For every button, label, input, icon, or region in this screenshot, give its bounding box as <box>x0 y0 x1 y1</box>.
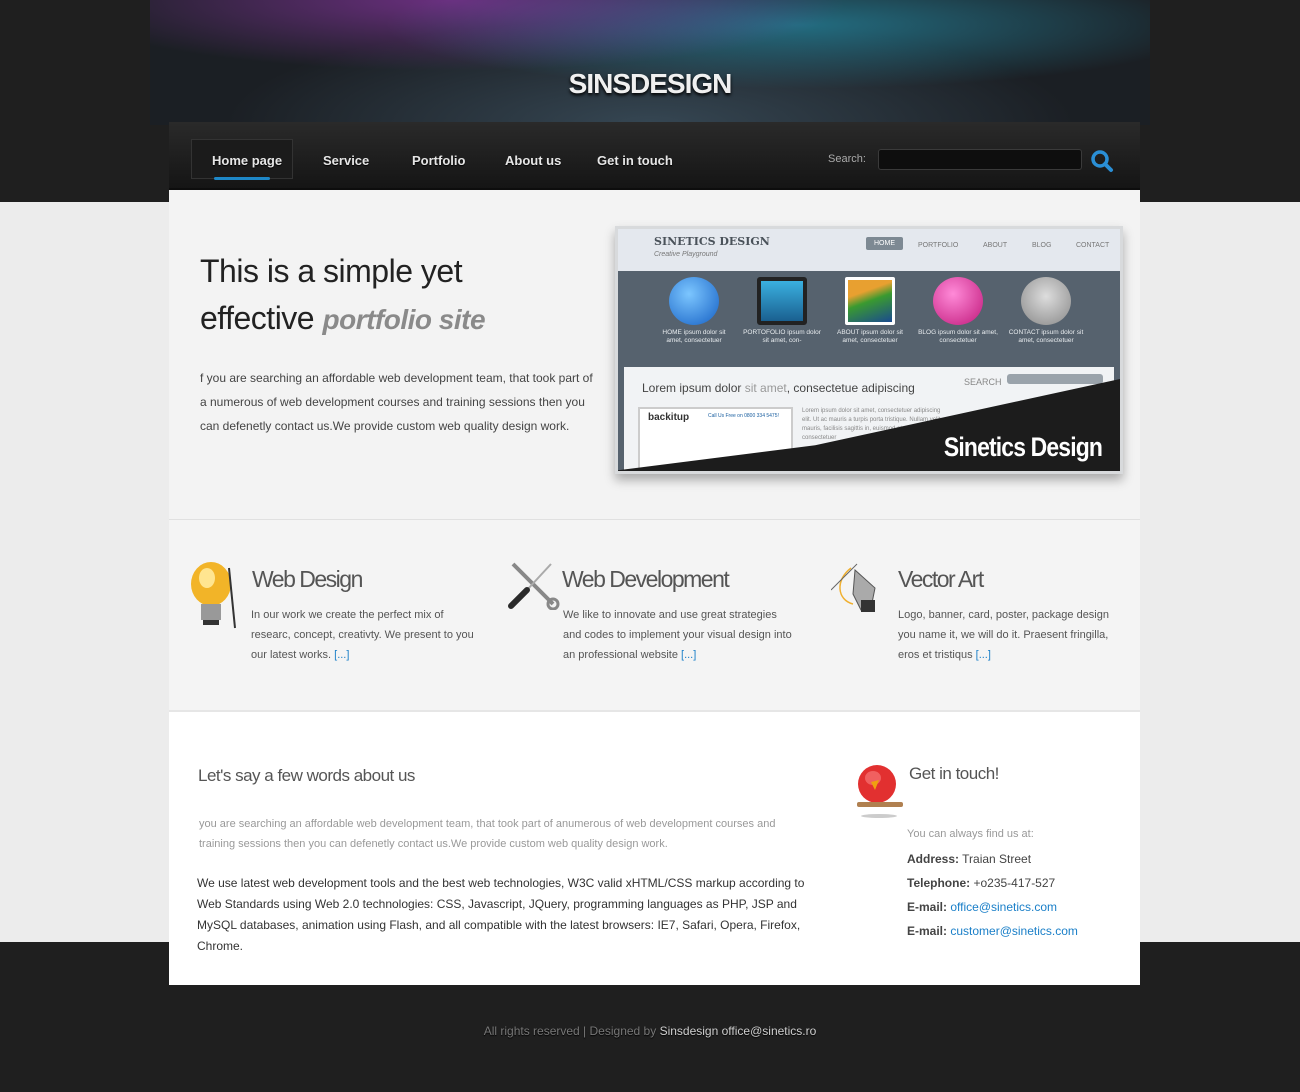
footer-email[interactable]: office@sinetics.ro <box>722 1024 817 1038</box>
preview-menu-item: CONTACT <box>1076 242 1110 249</box>
nav-home[interactable]: Home page <box>212 153 282 168</box>
about-text: We use latest web development tools and … <box>197 876 805 953</box>
preview-tagline: Creative Playground <box>654 251 718 258</box>
video-chat-icon <box>933 277 983 325</box>
preview-menu-item: ABOUT <box>983 242 1008 249</box>
portfolio-preview[interactable]: SINETICS DESIGN Creative Playground HOME… <box>615 226 1123 474</box>
designer-link[interactable]: Sinsdesign <box>660 1024 719 1038</box>
phone-icon <box>1021 277 1071 325</box>
bird-icon <box>857 765 903 818</box>
about-lead: you are searching an affordable web deve… <box>199 818 776 850</box>
service-web-design: Web Design In our work we create the per… <box>187 560 474 661</box>
contact-email-customer: E-mail: customer@sinetics.com <box>907 924 1078 938</box>
contact-title: Get in touch! <box>909 764 999 783</box>
globe-icon <box>669 277 719 325</box>
preview-menu-item: PORTFOLIO <box>918 242 959 249</box>
service-vector-art: Vector Art Logo, banner, card, poster, p… <box>830 560 1109 661</box>
lightbulb-icon <box>191 562 236 629</box>
photos-icon <box>845 277 895 325</box>
preview-menu-item: HOME <box>866 237 903 250</box>
email-link[interactable]: customer@sinetics.com <box>950 924 1078 938</box>
preview-item-label: PORTOFOLIO ipsum dolor sit amet, con- <box>743 329 821 344</box>
preview-search-label: SEARCH <box>964 377 1002 387</box>
monitor-icon <box>757 277 807 325</box>
footer: All rights reserved | Designed by Sinsde… <box>483 1024 817 1038</box>
contact-intro: You can always find us at: <box>907 828 1034 840</box>
search-label: Search: <box>828 153 866 165</box>
preview-item-label: CONTACT ipsum dolor sit amet, consectetu… <box>1008 329 1084 344</box>
tools-icon <box>508 562 560 611</box>
preview-item-label: ABOUT ipsum dolor sit amet, consectetuer <box>837 329 903 344</box>
nav-portfolio[interactable]: Portfolio <box>412 153 465 168</box>
preview-heading: Lorem ipsum dolor sit amet, consectetue … <box>642 381 915 395</box>
pen-nib-icon <box>830 563 876 612</box>
services-section: Web Design In our work we create the per… <box>169 520 1140 710</box>
read-more-link[interactable]: [...] <box>334 649 349 661</box>
hero-title: This is a simple yet effective portfolio … <box>200 253 486 336</box>
search-icon[interactable] <box>1090 149 1114 173</box>
preview-brand: Sinetics Design <box>943 432 1103 462</box>
nav-contact[interactable]: Get in touch <box>597 153 673 168</box>
main-nav: Home page Service Portfolio About us Get… <box>169 122 1140 190</box>
hero-section: This is a simple yet effective portfolio … <box>169 190 1140 520</box>
page-container: Home page Service Portfolio About us Get… <box>169 122 1140 985</box>
preview-menu-item: BLOG <box>1032 242 1052 249</box>
service-web-development: Web Development We like to innovate and … <box>505 560 792 661</box>
contact-address: Address: Traian Street <box>907 852 1032 866</box>
contact-phone: Telephone: +o235-417-527 <box>907 876 1056 890</box>
contact-email-office: E-mail: office@sinetics.com <box>907 900 1058 914</box>
about-title: Let's say a few words about us <box>198 766 415 785</box>
preview-search-box <box>1007 374 1103 384</box>
hero-text: f you are searching an affordable web de… <box>200 371 593 433</box>
site-logo[interactable]: SINSDESIGN <box>0 68 1300 100</box>
email-link[interactable]: office@sinetics.com <box>950 900 1057 914</box>
header-banner <box>150 0 1150 125</box>
read-more-link[interactable]: [...] <box>681 649 696 661</box>
search-input[interactable] <box>878 149 1082 170</box>
nav-service[interactable]: Service <box>323 153 369 168</box>
nav-about[interactable]: About us <box>505 153 561 168</box>
read-more-link[interactable]: [...] <box>976 649 991 661</box>
about-section: Let's say a few words about us you are s… <box>169 710 1140 985</box>
preview-logo: SINETICS DESIGN <box>654 235 770 248</box>
preview-item-label: HOME ipsum dolor sit amet, consectetuer <box>662 329 726 344</box>
preview-item-label: BLOG ipsum dolor sit amet, consectetuer <box>918 329 998 344</box>
